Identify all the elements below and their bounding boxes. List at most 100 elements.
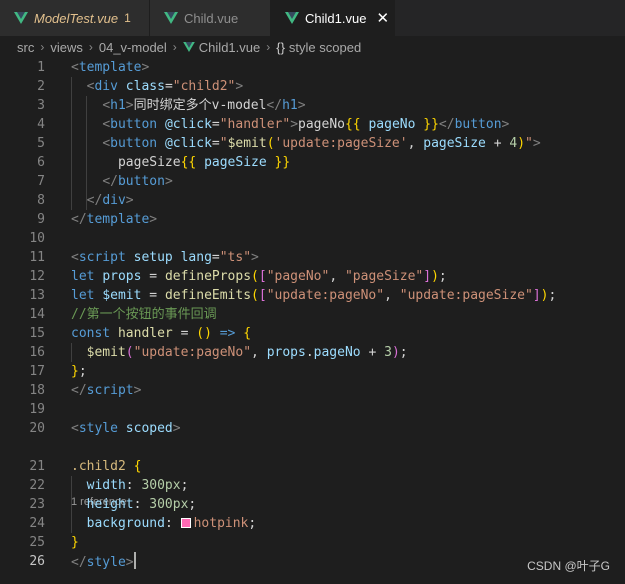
code-line[interactable]: 3 <h1>同时绑定多个v-model</h1>	[0, 96, 625, 115]
code-line[interactable]: 23 height: 300px;	[0, 495, 625, 514]
line-number: 19	[29, 402, 45, 417]
close-icon[interactable]: ✕	[376, 10, 389, 27]
line-number: 6	[37, 155, 45, 170]
code-token: 'update:pageSize'	[274, 136, 408, 151]
breadcrumb-src[interactable]: src	[17, 40, 34, 55]
code-token: [	[258, 288, 267, 303]
line-number: 2	[37, 79, 45, 94]
code-token: >	[125, 555, 134, 570]
line-number: 23	[29, 497, 45, 512]
code-token: <	[102, 136, 111, 151]
code-token: "update:pageNo"	[266, 288, 385, 303]
code-line[interactable]: 1 <template>	[0, 58, 625, 77]
code-line[interactable]: 9 </template>	[0, 210, 625, 229]
breadcrumb-file[interactable]: Child1.vue	[199, 40, 260, 55]
code-token: )	[517, 136, 526, 151]
code-token: >	[235, 79, 244, 94]
code-token: 3	[384, 345, 392, 360]
code-token: pageSize	[196, 155, 275, 170]
code-line[interactable]: 15 const handler = () => {	[0, 324, 625, 343]
code-token: handler	[117, 326, 173, 341]
code-token: </	[438, 117, 455, 132]
breadcrumb-symbol[interactable]: style scoped	[289, 40, 361, 55]
code-token: class	[125, 79, 165, 94]
code-token: pageNo	[360, 117, 424, 132]
code-token: @click	[164, 117, 212, 132]
code-token: //第一个按钮的事件回调	[71, 307, 217, 322]
code-line[interactable]: 18 </script>	[0, 381, 625, 400]
breadcrumb-folder[interactable]: 04_v-model	[99, 40, 167, 55]
code-token: button	[110, 117, 158, 132]
code-token: ,	[407, 136, 424, 151]
tab-label: ModelTest.vue	[34, 10, 119, 26]
code-token: :	[133, 497, 150, 512]
code-token: button	[117, 174, 165, 189]
tab-modeltest[interactable]: ModelTest.vue 1	[0, 0, 150, 36]
code-line[interactable]: 22 width: 300px;	[0, 476, 625, 495]
code-token: =	[211, 117, 220, 132]
code-line[interactable]: 13 let $emit = defineEmits(["update:pageN…	[0, 286, 625, 305]
code-line[interactable]: 6 pageSize{{ pageSize }}	[0, 153, 625, 172]
code-line[interactable]: 11 <script setup lang="ts">	[0, 248, 625, 267]
code-line[interactable]: 19	[0, 400, 625, 419]
chevron-right-icon: ›	[88, 40, 93, 54]
code-token: >	[141, 60, 150, 75]
code-token: "pageSize"	[344, 269, 424, 284]
code-line[interactable]: 24 background: hotpink;	[0, 514, 625, 533]
line-number: 3	[37, 98, 45, 113]
code-token: 同时绑定多个v-model	[133, 98, 267, 113]
code-line[interactable]: 21 .child2 {	[0, 457, 625, 476]
code-line[interactable]: 16 $emit("update:pageNo", props.pageNo +…	[0, 343, 625, 362]
code-line[interactable]: 4 <button @click="handler">pageNo{{ page…	[0, 115, 625, 134]
code-token: >	[149, 212, 158, 227]
code-token: $emit	[227, 136, 267, 151]
code-token: pageSize	[117, 155, 181, 170]
code-line[interactable]: 25}	[0, 533, 625, 552]
breadcrumb: src › views › 04_v-model › Child1.vue › …	[0, 36, 625, 58]
tab-label: Child1.vue	[305, 10, 367, 26]
code-token: :	[164, 516, 181, 531]
code-line[interactable]: 7 </button>	[0, 172, 625, 191]
code-token: style	[78, 421, 118, 436]
code-line[interactable]: 20 <style scoped>	[0, 419, 625, 438]
code-token: "	[219, 136, 228, 151]
color-swatch-icon[interactable]	[180, 518, 191, 528]
code-line[interactable]: 17};	[0, 362, 625, 381]
code-line[interactable]: 2 <div class="child2">	[0, 77, 625, 96]
vue-icon	[285, 12, 299, 24]
code-line[interactable]: 5 <button @click="$emit('update:pageSize…	[0, 134, 625, 153]
code-editor[interactable]: 1 reference 1 <template> 2 <div class="chi…	[0, 58, 625, 584]
code-line[interactable]: 12 let props = defineProps(["pageNo", "pa…	[0, 267, 625, 286]
code-token: <	[102, 98, 111, 113]
code-token: <	[71, 60, 79, 75]
code-line[interactable]: 8 </div>	[0, 191, 625, 210]
line-number: 16	[29, 345, 45, 360]
code-token: )	[431, 269, 439, 284]
tab-child[interactable]: Child.vue	[150, 0, 271, 36]
code-token: let	[71, 269, 95, 284]
code-text: </button>	[71, 172, 172, 191]
code-token: </	[71, 212, 87, 227]
breadcrumb-views[interactable]: views	[50, 40, 83, 55]
code-token: .child2	[71, 459, 126, 474]
tab-child1[interactable]: Child1.vue ✕	[271, 0, 395, 36]
code-text: height: 300px;	[71, 495, 197, 514]
code-line[interactable]: 14 //第一个按钮的事件回调	[0, 305, 625, 324]
code-token: ,	[329, 269, 345, 284]
code-line[interactable]: 10	[0, 229, 625, 248]
code-text: };	[71, 362, 87, 381]
code-token: background	[86, 516, 165, 531]
line-number: 21	[29, 459, 45, 474]
code-token: =>	[219, 326, 236, 341]
code-token: @click	[164, 136, 212, 151]
code-token: >	[501, 117, 510, 132]
line-number: 1	[37, 60, 45, 75]
code-token: pageNo	[298, 117, 345, 132]
